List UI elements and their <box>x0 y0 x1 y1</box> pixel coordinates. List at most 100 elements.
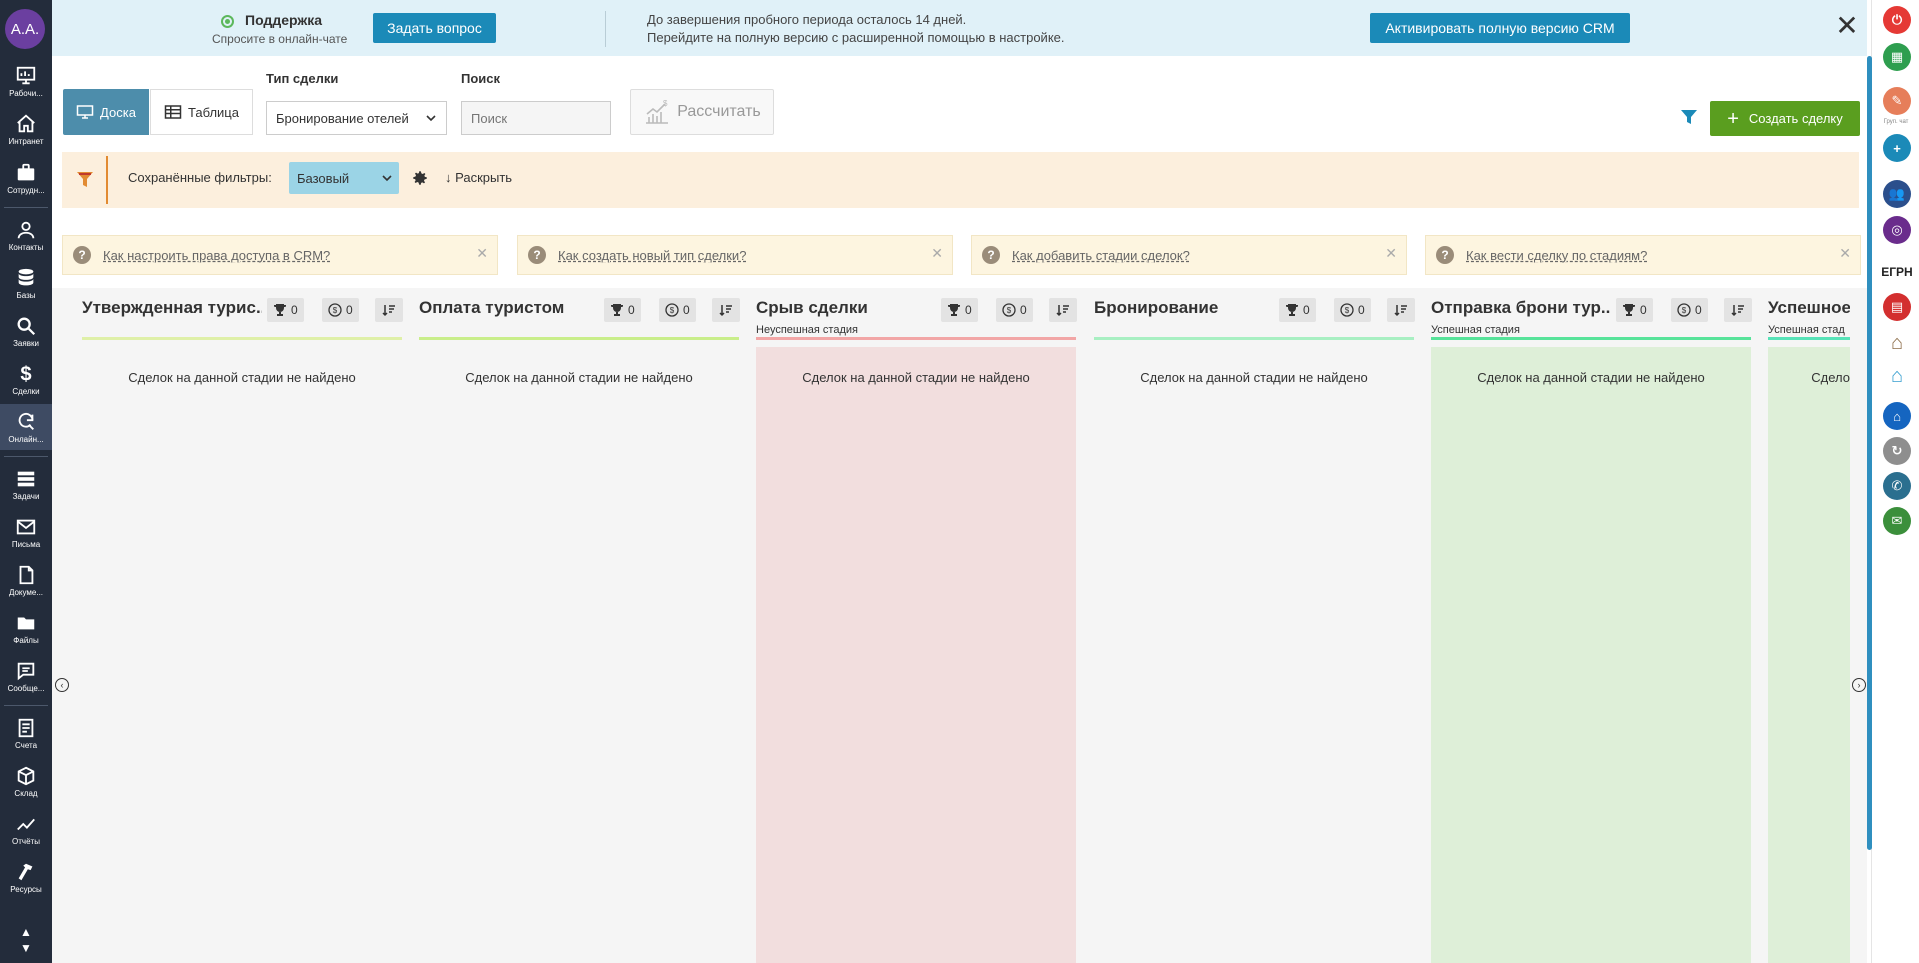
sidebar-item-label: Отчёты <box>12 836 40 846</box>
calendar-icon[interactable]: ▦ <box>1883 43 1911 71</box>
sidebar-item-employees[interactable]: Сотрудн... <box>0 155 52 201</box>
arrow-up-icon[interactable]: ▲ <box>0 924 52 940</box>
column-title[interactable]: Отправка брони тур... <box>1431 298 1611 318</box>
phone-icon[interactable]: ✆ <box>1883 472 1911 500</box>
hint-link[interactable]: Как вести сделку по стадиям? <box>1466 248 1647 263</box>
filter-icon[interactable] <box>1680 108 1698 126</box>
sort-icon <box>382 305 395 317</box>
trophy-icon <box>1623 304 1635 316</box>
egrn-icon[interactable]: ЕГРН <box>1878 258 1916 286</box>
sidebar-item-label: Онлайн... <box>8 434 44 444</box>
sidebar-scroll-arrows[interactable]: ▲ ▼ <box>0 924 52 956</box>
rail-small-label: Груп. чат <box>1883 119 1909 125</box>
column-title[interactable]: Бронирование <box>1094 298 1274 318</box>
printer-icon[interactable]: ▤ <box>1883 293 1911 321</box>
refresh-icon[interactable]: ↻ <box>1883 437 1911 465</box>
column-title[interactable]: Оплата туристом <box>419 298 599 318</box>
saved-filter-select[interactable]: Базовый <box>289 162 399 194</box>
empty-column-message: Сделок на данной стадии не найдено <box>465 370 693 385</box>
column-body <box>82 347 402 963</box>
column-body <box>1431 347 1751 963</box>
sidebar-item-contacts[interactable]: Контакты <box>0 212 52 258</box>
dashboard-icon <box>16 66 36 84</box>
view-table-label: Таблица <box>188 104 239 120</box>
hint-link[interactable]: Как добавить стадии сделок? <box>1012 248 1190 263</box>
column-wins-stat: 0 <box>604 298 641 322</box>
power-icon[interactable]: ⏻ <box>1883 6 1911 34</box>
avatar[interactable]: A.A. <box>5 9 45 49</box>
sidebar-item-intranet[interactable]: Интранет <box>0 106 52 152</box>
mail-icon[interactable]: ✉ <box>1883 507 1911 535</box>
house-icon[interactable]: ⌂ <box>1883 402 1911 430</box>
close-icon[interactable]: ✕ <box>1839 245 1851 262</box>
globe-icon[interactable]: ◎ <box>1883 216 1911 244</box>
sort-button[interactable] <box>1724 298 1752 322</box>
search-input[interactable] <box>461 101 611 135</box>
sort-button[interactable] <box>1387 298 1415 322</box>
sidebar-item-files[interactable]: Файлы <box>0 605 52 651</box>
calculate-button[interactable]: $ Рассчитать <box>630 89 774 135</box>
close-icon[interactable]: ✕ <box>1834 12 1860 40</box>
expand-filters-link[interactable]: ↓ Раскрыть <box>445 170 512 185</box>
expand-label: Раскрыть <box>455 170 513 185</box>
group-icon[interactable]: 👥 <box>1883 180 1911 208</box>
trial-banner: Поддержка Спросите в онлайн-чате Задать … <box>52 0 1867 56</box>
view-board-button[interactable]: Доска <box>63 89 149 135</box>
sidebar-item-dashboard[interactable]: Рабочи... <box>0 58 52 104</box>
house-tools-icon[interactable]: ⌂ <box>1883 329 1911 357</box>
house-outline-icon[interactable]: ⌂ <box>1883 362 1911 390</box>
close-icon[interactable]: ✕ <box>476 245 488 262</box>
sidebar-item-tasks[interactable]: Задачи <box>0 461 52 507</box>
column-title[interactable]: Срыв сделки <box>756 298 936 318</box>
pen-icon[interactable]: ✎ <box>1883 87 1911 115</box>
arrow-down-icon[interactable]: ▼ <box>0 940 52 956</box>
column-title[interactable]: Успешное <box>1768 298 1850 318</box>
scroll-left-icon[interactable]: ‹ <box>55 678 69 692</box>
sidebar-item-databases[interactable]: Базы <box>0 260 52 306</box>
sidebar-item-mail[interactable]: Письма <box>0 509 52 555</box>
gear-icon[interactable] <box>411 169 429 187</box>
column-title[interactable]: Утвержденная турис... <box>82 298 262 318</box>
kanban-column: Успешное Успешная стад Сдело <box>1768 288 1850 963</box>
sidebar-item-label: Докуме... <box>8 587 44 597</box>
funnel-icon[interactable] <box>76 170 94 190</box>
view-table-button[interactable]: Таблица <box>150 89 253 135</box>
close-icon[interactable]: ✕ <box>1385 245 1397 262</box>
activate-crm-button[interactable]: Активировать полную версию CRM <box>1370 13 1630 43</box>
svg-text:$: $ <box>1682 306 1687 315</box>
ask-question-button[interactable]: Задать вопрос <box>373 13 496 43</box>
sidebar-item-warehouse[interactable]: Склад <box>0 758 52 804</box>
trophy-icon <box>948 304 960 316</box>
sort-button[interactable] <box>375 298 403 322</box>
column-body <box>1094 347 1414 963</box>
sidebar-item-messages[interactable]: Сообще... <box>0 653 52 699</box>
sort-button[interactable] <box>1049 298 1077 322</box>
sidebar-item-reports[interactable]: Отчёты <box>0 806 52 852</box>
plus-icon: + <box>1727 107 1739 130</box>
sidebar-item-documents[interactable]: Докуме... <box>0 557 52 603</box>
sidebar-item-resources[interactable]: Ресурсы <box>0 854 52 900</box>
sidebar-item-online[interactable]: Онлайн... <box>0 404 52 450</box>
close-icon[interactable]: ✕ <box>931 245 943 262</box>
coin-icon: $ <box>1002 303 1016 317</box>
deal-type-select[interactable]: Бронирование отелей <box>266 101 447 135</box>
column-body <box>756 347 1076 963</box>
plus-icon[interactable]: + <box>1883 134 1911 162</box>
hint-card: ? Как добавить стадии сделок? ✕ <box>971 235 1407 275</box>
empty-column-message: Сделок на данной стадии не найдено <box>1140 370 1368 385</box>
sidebar-item-label: Ресурсы <box>10 884 42 894</box>
mail-icon <box>16 519 36 534</box>
page-scrollbar[interactable] <box>1867 56 1872 850</box>
sidebar-item-deals[interactable]: $ Сделки <box>0 356 52 402</box>
deal-type-value: Бронирование отелей <box>276 110 409 126</box>
sort-button[interactable] <box>712 298 740 322</box>
create-deal-button[interactable]: + Создать сделку <box>1710 101 1860 136</box>
svg-text:$: $ <box>663 99 668 108</box>
hint-link[interactable]: Как создать новый тип сделки? <box>558 248 746 263</box>
sidebar-item-invoices[interactable]: Счета <box>0 710 52 756</box>
hint-link[interactable]: Как настроить права доступа в CRM? <box>103 248 330 263</box>
sidebar-item-requests[interactable]: Заявки <box>0 308 52 354</box>
scroll-right-icon[interactable]: › <box>1852 678 1866 692</box>
column-color-line <box>1431 337 1751 340</box>
column-body <box>1768 347 1850 963</box>
